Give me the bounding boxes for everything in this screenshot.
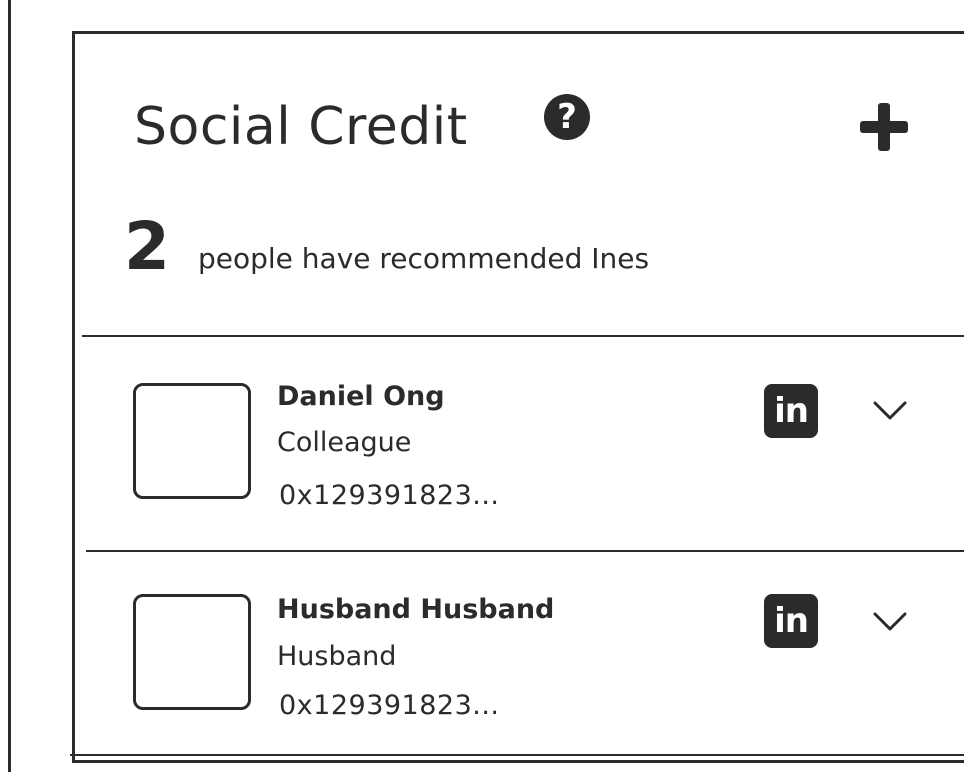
recommender-relation: Colleague [277, 427, 412, 458]
plus-icon[interactable] [858, 101, 910, 153]
recommender-address: 0x129391823... [279, 480, 500, 511]
chevron-down-icon[interactable] [872, 399, 908, 423]
list-item[interactable]: Husband Husband Husband 0x129391823... i… [82, 552, 964, 766]
avatar [133, 594, 251, 710]
linkedin-icon[interactable]: in [764, 384, 818, 438]
chevron-down-icon[interactable] [872, 610, 908, 634]
left-frame-line [8, 0, 11, 772]
recommendation-count-text: people have recommended Ines [198, 242, 650, 275]
recommender-name: Daniel Ong [277, 381, 445, 412]
recommender-relation: Husband [277, 641, 397, 672]
avatar [133, 383, 251, 499]
recommender-address: 0x129391823... [279, 690, 500, 721]
recommendation-count: 2 [124, 208, 170, 285]
page-title: Social Credit [134, 97, 468, 157]
list-item[interactable]: Daniel Ong Colleague 0x129391823... in [82, 337, 964, 551]
question-circle-icon[interactable]: ? [544, 94, 590, 140]
bottom-frame-line [70, 754, 964, 756]
recommender-name: Husband Husband [277, 594, 555, 625]
linkedin-icon[interactable]: in [764, 594, 818, 648]
